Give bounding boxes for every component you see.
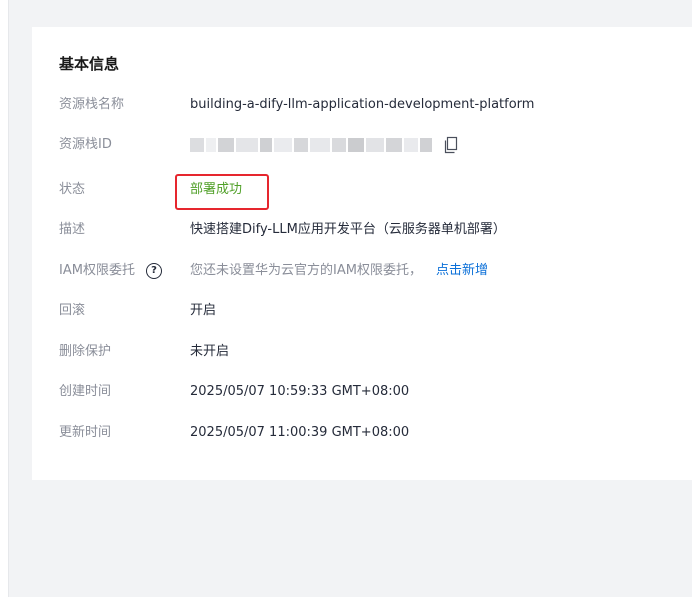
stack-name-label: 资源栈名称 <box>59 97 125 112</box>
row-rollback: 回滚 开启 <box>59 301 679 321</box>
add-iam-delegation-link[interactable]: 点击新增 <box>436 261 488 281</box>
created-at-label: 创建时间 <box>59 384 112 399</box>
status-highlight-box <box>175 174 269 210</box>
copy-icon[interactable] <box>443 136 459 154</box>
basic-info-card: 基本信息 资源栈名称 building-a-dify-llm-applicati… <box>32 27 692 480</box>
stack-name-value: building-a-dify-llm-application-developm… <box>190 97 535 112</box>
deletion-protection-label: 删除保护 <box>59 344 112 359</box>
description-value: 快速搭建Dify-LLM应用开发平台（云服务器单机部署） <box>190 222 506 237</box>
deletion-protection-value: 未开启 <box>190 344 230 359</box>
row-iam: IAM权限委托 ? 您还未设置华为云官方的IAM权限委托， 点击新增 <box>59 261 679 281</box>
row-updated-at: 更新时间 2025/05/07 11:00:39 GMT+08:00 <box>59 423 679 443</box>
question-circle-icon[interactable]: ? <box>146 263 162 279</box>
updated-at-label: 更新时间 <box>59 425 112 440</box>
row-stack-id: 资源栈ID <box>59 135 679 155</box>
row-deletion-protection: 删除保护 未开启 <box>59 342 679 362</box>
row-description: 描述 快速搭建Dify-LLM应用开发平台（云服务器单机部署） <box>59 220 679 240</box>
status-label: 状态 <box>59 182 86 197</box>
rollback-value: 开启 <box>190 303 217 318</box>
card-title: 基本信息 <box>59 55 120 73</box>
left-gutter <box>0 0 9 597</box>
row-created-at: 创建时间 2025/05/07 10:59:33 GMT+08:00 <box>59 382 679 402</box>
rollback-label: 回滚 <box>59 303 86 318</box>
created-at-value: 2025/05/07 10:59:33 GMT+08:00 <box>190 384 410 399</box>
row-status: 状态 部署成功 <box>59 180 679 200</box>
stack-id-masked-value <box>190 138 432 152</box>
updated-at-value: 2025/05/07 11:00:39 GMT+08:00 <box>190 425 410 440</box>
iam-hint: 您还未设置华为云官方的IAM权限委托， <box>190 263 422 278</box>
description-label: 描述 <box>59 222 86 237</box>
row-stack-name: 资源栈名称 building-a-dify-llm-application-de… <box>59 95 679 115</box>
iam-label: IAM权限委托 <box>59 263 135 278</box>
stack-id-label: 资源栈ID <box>59 137 112 152</box>
